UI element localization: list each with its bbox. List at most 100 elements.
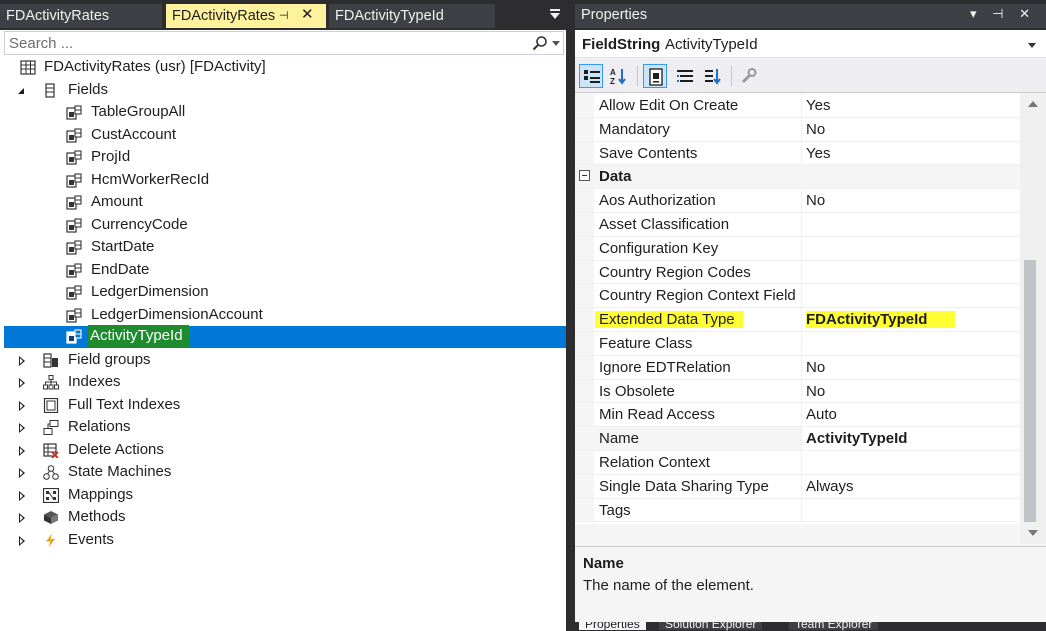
wrench-icon — [741, 68, 757, 84]
scroll-down-icon[interactable] — [1028, 530, 1038, 536]
property-value[interactable] — [801, 284, 806, 308]
collapsed-arrow-icon[interactable] — [19, 535, 25, 546]
collapse-icon[interactable] — [579, 170, 590, 182]
property-value[interactable] — [801, 451, 806, 474]
property-value[interactable]: No — [801, 379, 825, 403]
chevron-down-icon[interactable] — [1028, 43, 1036, 48]
collapsed-arrow-icon[interactable] — [19, 355, 25, 366]
property-row-name[interactable]: Name ActivityTypeId — [575, 427, 1020, 451]
property-row-extended-data-type[interactable]: Extended Data Type FDActivityTypeId — [575, 308, 1020, 332]
relations-icon — [43, 420, 59, 435]
properties-window: Properties ▾ ⊣ ✕ FieldString ActivityTyp… — [575, 0, 1046, 631]
property-value[interactable] — [801, 498, 806, 522]
string-field-icon — [66, 217, 82, 233]
property-row[interactable]: Feature Class — [575, 332, 1020, 356]
property-row[interactable]: Configuration Key — [575, 236, 1020, 261]
tab-fdactivityrates-preview[interactable]: FDActivityRates — [0, 4, 162, 28]
selected-field-row[interactable]: ActivityTypeId — [4, 325, 566, 348]
category-row-data[interactable]: Data — [575, 165, 1020, 190]
property-value[interactable]: Yes — [801, 141, 830, 165]
tab-solution-explorer[interactable]: Solution Explorer — [659, 622, 763, 630]
property-row[interactable]: Save Contents Yes — [575, 141, 1020, 166]
tab-fdactivitytypeid[interactable]: FDActivityTypeId — [329, 4, 495, 28]
property-value[interactable]: No — [801, 189, 825, 212]
methods-icon — [44, 511, 58, 524]
collapsed-arrow-icon[interactable] — [19, 400, 25, 411]
scroll-thumb[interactable] — [1024, 260, 1036, 522]
object-selector[interactable]: FieldString ActivityTypeId — [575, 30, 1046, 58]
search-options-chevron-down-icon[interactable] — [552, 41, 560, 46]
tree-node-fields[interactable]: Fields — [0, 79, 566, 102]
real-field-icon — [66, 195, 82, 210]
tree-node-field-groups[interactable]: Field groups — [0, 349, 566, 372]
lightning-icon — [46, 533, 55, 547]
property-value[interactable]: ActivityTypeId — [801, 427, 1020, 450]
property-value[interactable]: Auto — [801, 403, 837, 427]
pin-icon[interactable]: ⊣ — [279, 4, 289, 28]
pane-splitter[interactable] — [566, 0, 575, 631]
property-value[interactable]: No — [801, 355, 825, 379]
property-value[interactable] — [801, 213, 806, 236]
property-row[interactable]: Tags — [575, 498, 1020, 523]
property-row[interactable]: Allow Edit On Create Yes — [575, 94, 1020, 118]
tab-list-dropdown-icon[interactable] — [548, 4, 562, 26]
mappings-icon — [43, 487, 59, 503]
tree-node-mappings[interactable]: Mappings — [0, 484, 566, 507]
tab-fdactivityrates[interactable]: FDActivityRates ⊣ ✕ — [166, 4, 326, 28]
categorized-button[interactable] — [579, 64, 603, 88]
collapsed-arrow-icon[interactable] — [19, 445, 25, 456]
window-buttons[interactable]: ▾ ⊣ ✕ — [970, 6, 1036, 22]
tab-properties[interactable]: Properties — [579, 622, 646, 630]
property-value[interactable]: FDActivityTypeId — [801, 308, 956, 331]
collapsed-arrow-icon[interactable] — [19, 423, 25, 433]
int64-field-icon — [66, 172, 82, 188]
tree-root-node[interactable]: FDActivityRates (usr) [FDActivity] — [0, 56, 566, 79]
property-row[interactable]: Is Obsolete No — [575, 379, 1020, 404]
string-field-icon — [66, 150, 82, 165]
properties-view-button[interactable] — [643, 64, 667, 88]
list-icon — [677, 70, 693, 82]
property-row[interactable]: Mandatory No — [575, 117, 1020, 142]
search-input[interactable] — [9, 34, 519, 52]
tree-node-methods[interactable]: Methods — [0, 506, 566, 529]
property-row[interactable]: Min Read Access Auto — [575, 403, 1020, 428]
property-value[interactable] — [801, 260, 806, 284]
indexes-icon — [43, 375, 59, 390]
property-value[interactable]: Yes — [801, 94, 830, 117]
property-grid-scrollbar[interactable] — [1020, 94, 1046, 544]
fields-icon — [45, 82, 55, 98]
tree-node-delete-actions[interactable]: Delete Actions — [0, 439, 566, 462]
property-row[interactable]: Ignore EDTRelation No — [575, 355, 1020, 380]
alphabetical-button[interactable]: AZ — [607, 64, 631, 88]
scroll-up-icon[interactable] — [1028, 101, 1038, 107]
tree-node-relations[interactable]: Relations — [0, 416, 566, 439]
collapsed-arrow-icon[interactable] — [19, 468, 25, 478]
collapsed-arrow-icon[interactable] — [19, 490, 25, 501]
property-pages-button[interactable] — [737, 64, 761, 88]
property-value[interactable] — [801, 236, 806, 260]
property-value[interactable] — [801, 332, 806, 355]
search-box — [4, 31, 564, 55]
tree-node-full-text-indexes[interactable]: Full Text Indexes — [0, 394, 566, 417]
property-value[interactable]: No — [801, 117, 825, 141]
sort-button[interactable] — [701, 64, 725, 88]
property-row[interactable]: Country Region Context Field — [575, 284, 1020, 309]
property-row[interactable]: Country Region Codes — [575, 260, 1020, 285]
close-icon[interactable]: ✕ — [301, 3, 314, 27]
collapsed-arrow-icon[interactable] — [19, 378, 25, 388]
delete-actions-icon — [43, 442, 59, 458]
property-row[interactable]: Single Data Sharing Type Always — [575, 474, 1020, 499]
property-value[interactable]: Always — [801, 474, 854, 498]
search-icon[interactable] — [532, 35, 548, 51]
collapsed-arrow-icon[interactable] — [19, 513, 25, 523]
property-row[interactable]: Aos Authorization No — [575, 189, 1020, 213]
tree-node-events[interactable]: Events — [0, 529, 566, 552]
property-row[interactable]: Asset Classification — [575, 213, 1020, 237]
tree-node-state-machines[interactable]: State Machines — [0, 461, 566, 484]
events-view-button[interactable] — [673, 64, 697, 88]
tab-team-explorer[interactable]: Team Explorer — [789, 622, 879, 630]
property-row[interactable]: Relation Context — [575, 451, 1020, 475]
expanded-arrow-icon[interactable] — [18, 87, 24, 94]
tree-node-indexes[interactable]: Indexes — [0, 371, 566, 394]
properties-page-icon — [649, 68, 663, 86]
